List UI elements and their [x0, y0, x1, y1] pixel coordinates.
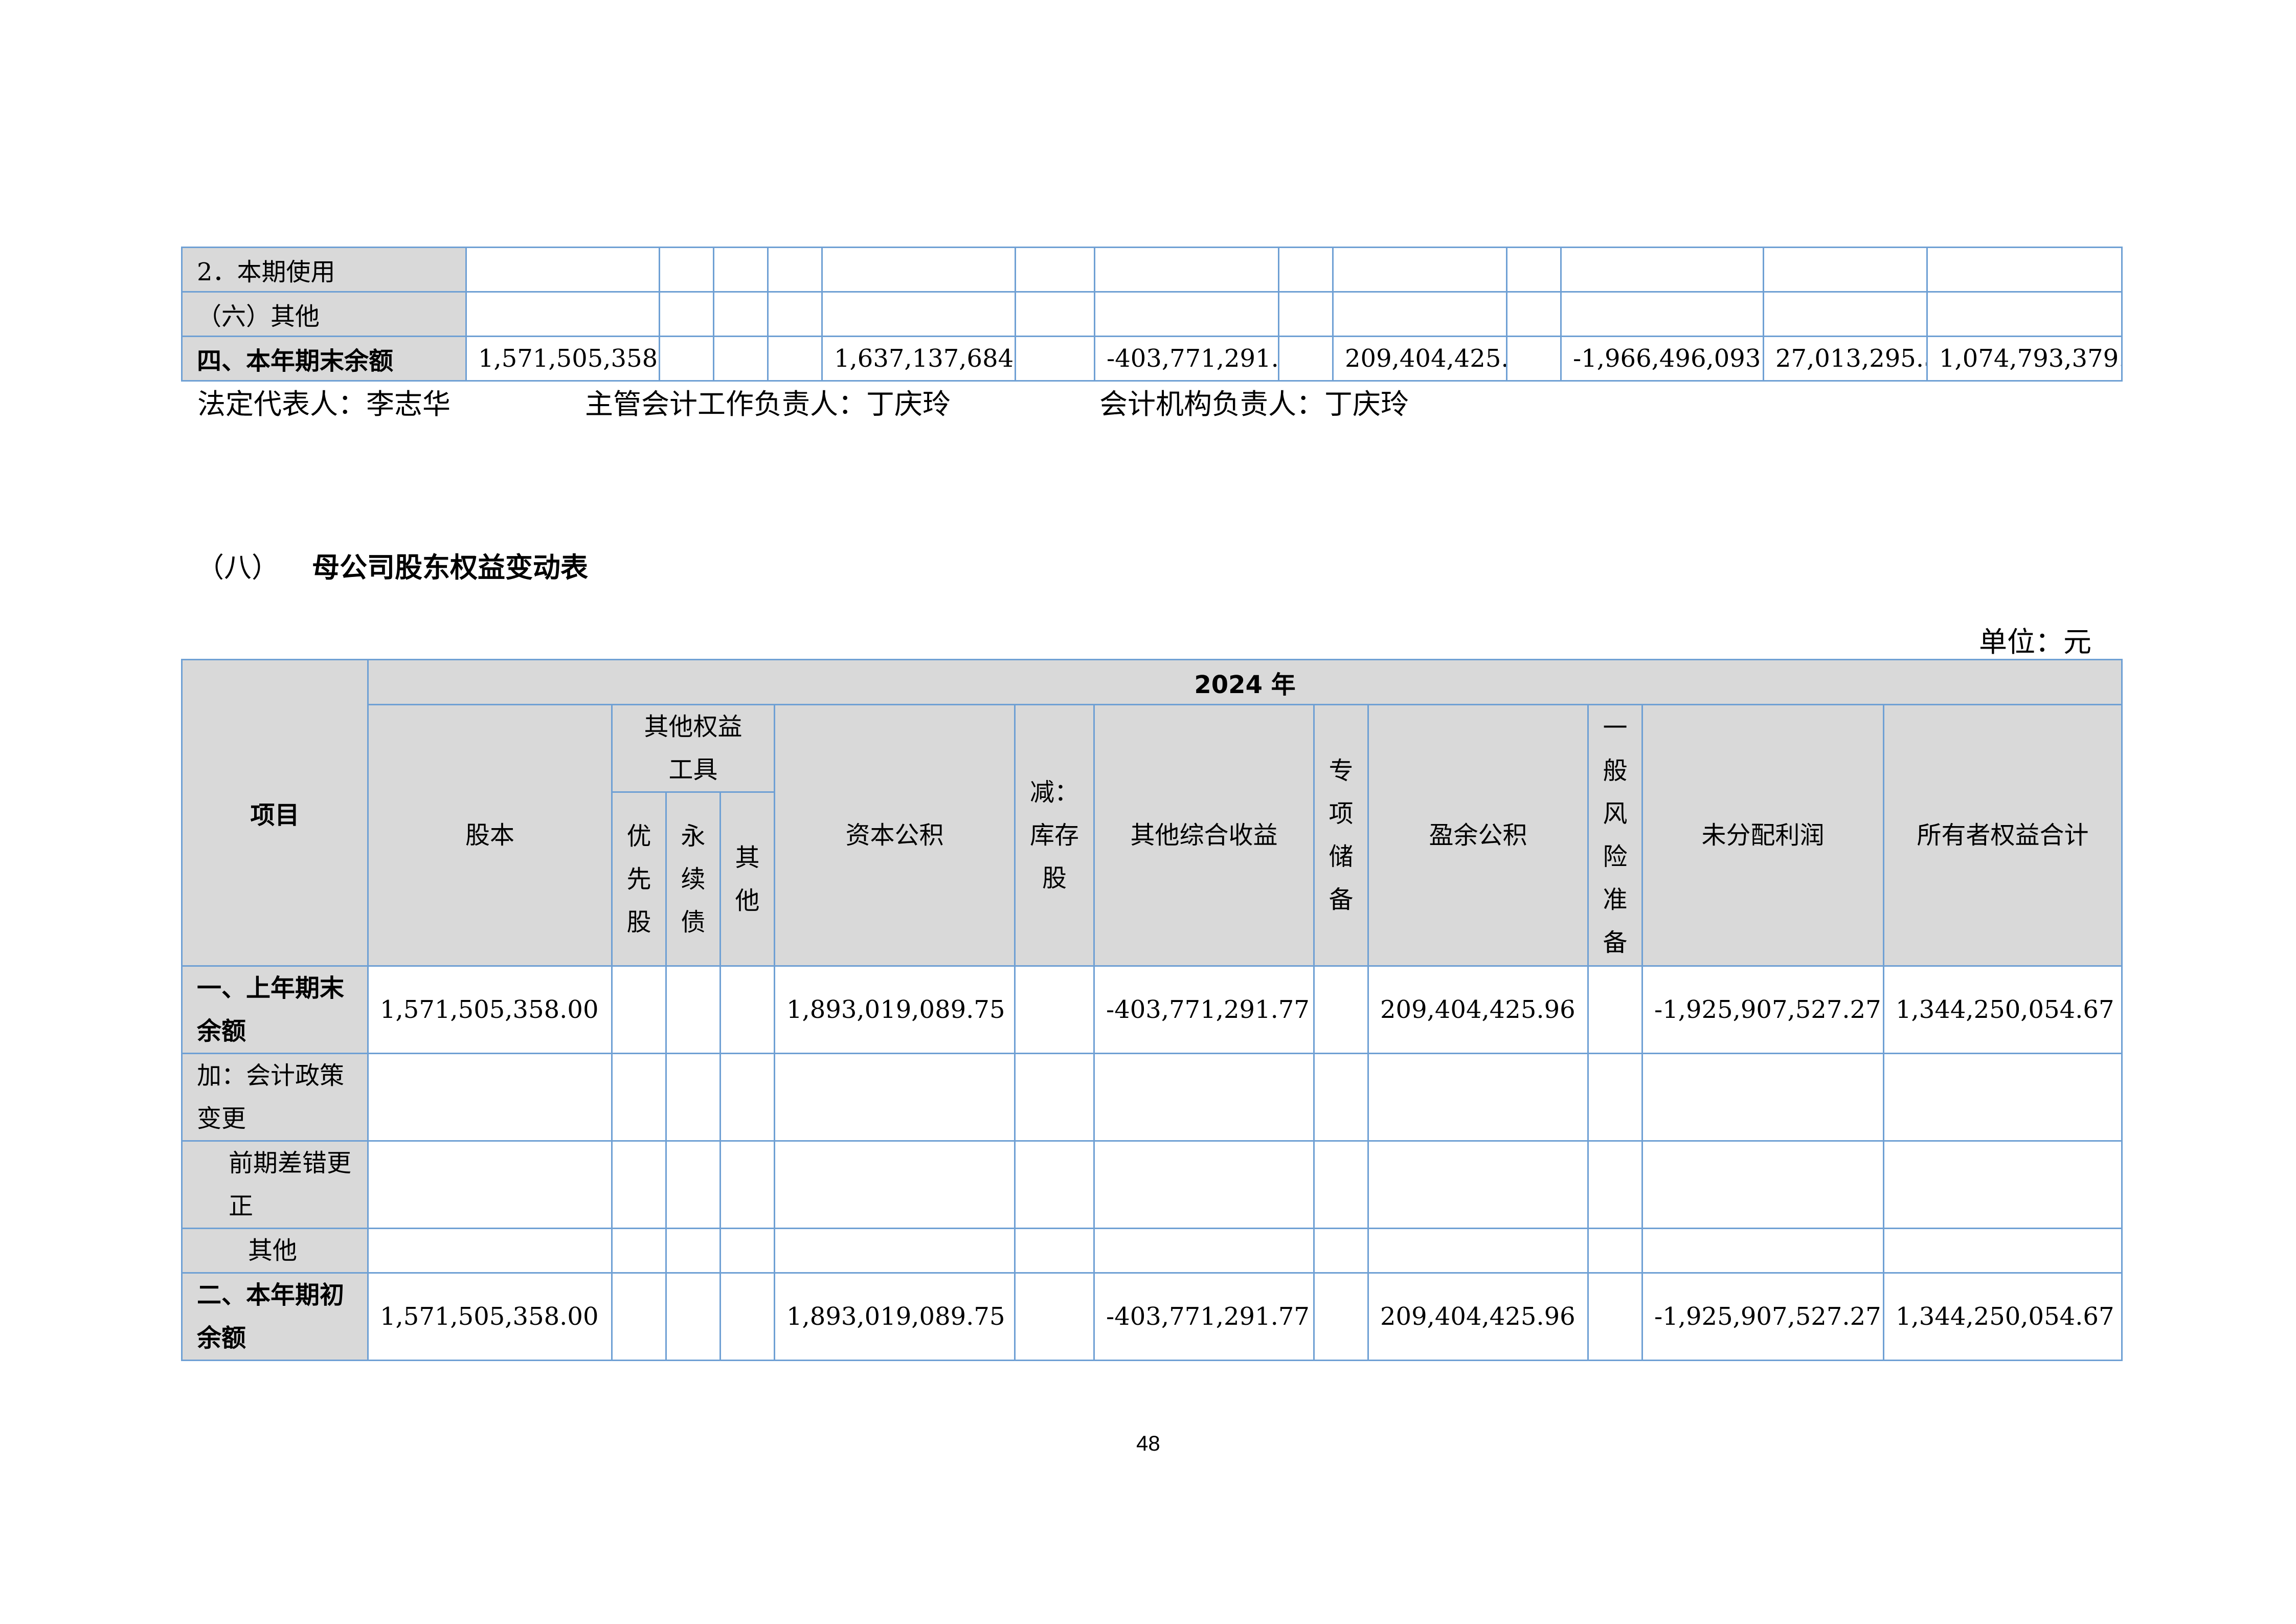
header-retained: 未分配利润	[1641, 704, 1884, 967]
header-year: 2024 年	[367, 659, 2123, 705]
header-share-capital: 股本	[367, 704, 613, 967]
row-label: 其他	[181, 1228, 369, 1274]
header-capital-reserve: 资本公积	[774, 704, 1016, 967]
header-other-equity-instruments: 其他权益工具	[611, 704, 775, 793]
header-preferred: 优先股	[611, 791, 667, 967]
header-treasury-stock: 减：库存股	[1014, 704, 1095, 967]
header-other: 其他	[719, 791, 775, 967]
retained-earnings-value: -1,925,907,527.27	[1641, 1272, 1884, 1361]
oci-value: -403,771,291.77	[1093, 965, 1315, 1054]
row-label: 四、本年期末余额	[181, 336, 467, 382]
capital-reserve-value: 1,893,019,089.75	[774, 965, 1016, 1054]
share-capital-value: 1,571,505,358.00	[465, 336, 660, 382]
table-row: 项目 2024 年	[181, 659, 2123, 967]
legal-rep-signature: 法定代表人：李志华	[197, 388, 451, 420]
header-total: 所有者权益合计	[1882, 704, 2123, 967]
header-item: 项目	[181, 659, 369, 967]
surplus-reserve-value: 209,404,425.96	[1332, 336, 1507, 382]
total-equity-value: 1,074,793,379.21	[1926, 336, 2123, 382]
oci-value: -403,771,291.77	[1094, 336, 1279, 382]
oci-value: -403,771,291.77	[1093, 1272, 1315, 1361]
total-equity-value: 1,344,250,054.67	[1882, 965, 2123, 1054]
section-number: （八）	[196, 551, 279, 584]
retained-earnings-value: -1,925,907,527.27	[1641, 965, 1884, 1054]
surplus-reserve-value: 209,404,425.96	[1367, 1272, 1589, 1361]
unit-label: 单位：元	[1979, 626, 2092, 658]
table-row: 2．本期使用	[181, 247, 2123, 293]
table-row: 四、本年期末余额 1,571,505,358.00 1,637,137,684.…	[181, 336, 2123, 382]
table-row: 股本 其他权益工具 资本公积 减：库存股 其他综合收益 专项储备 盈余公积 一般…	[182, 704, 2123, 967]
table-row: 二、本年期初余额 1,571,505,358.00 1,893,019,089.…	[181, 1272, 2123, 1361]
minority-interest-value: 27,013,295.52	[1763, 336, 1928, 382]
table-row: 一、上年期末余额 1,571,505,358.00 1,893,019,089.…	[181, 965, 2123, 1054]
capital-reserve-value: 1,893,019,089.75	[774, 1272, 1016, 1361]
section-title: 母公司股东权益变动表	[312, 551, 588, 584]
row-label: 加：会计政策变更	[181, 1053, 369, 1142]
page-number: 48	[1136, 1431, 1160, 1455]
share-capital-value: 1,571,505,358.00	[367, 965, 613, 1054]
surplus-reserve-value: 209,404,425.96	[1367, 965, 1589, 1054]
row-label: 二、本年期初余额	[181, 1272, 369, 1361]
row-label: 前期差错更正	[181, 1140, 369, 1229]
row-label: （六）其他	[181, 291, 467, 337]
retained-earnings-value: -1,966,496,093.28	[1560, 336, 1764, 382]
accounting-org-head-signature: 会计机构负责人：丁庆玲	[1099, 388, 1409, 420]
header-special-reserve: 专项储备	[1313, 704, 1369, 967]
prior-equity-table: 2．本期使用 （六）其他 四、本年期末余额 1,571,505,358.00 1…	[181, 247, 2123, 382]
share-capital-value: 1,571,505,358.00	[367, 1272, 613, 1361]
capital-reserve-value: 1,637,137,684.78	[821, 336, 1016, 382]
header-perpetual: 永续债	[665, 791, 721, 967]
accounting-head-signature: 主管会计工作负责人：丁庆玲	[585, 388, 951, 420]
row-label: 一、上年期末余额	[181, 965, 369, 1054]
table-row: 前期差错更正	[181, 1140, 2123, 1229]
parent-equity-changes-table: 项目 2024 年 股本 其他权益工具 资本公积 减：库存股 其他综合收益 专项…	[181, 659, 2123, 1361]
table-row: 加：会计政策变更	[181, 1053, 2123, 1142]
header-oci: 其他综合收益	[1093, 704, 1315, 967]
header-general-risk: 一般风险准备	[1587, 704, 1643, 967]
table-row: 其他	[181, 1228, 2123, 1274]
header-surplus-reserve: 盈余公积	[1367, 704, 1589, 967]
table-row: （六）其他	[181, 291, 2123, 337]
row-label: 2．本期使用	[181, 247, 467, 293]
total-equity-value: 1,344,250,054.67	[1882, 1272, 2123, 1361]
